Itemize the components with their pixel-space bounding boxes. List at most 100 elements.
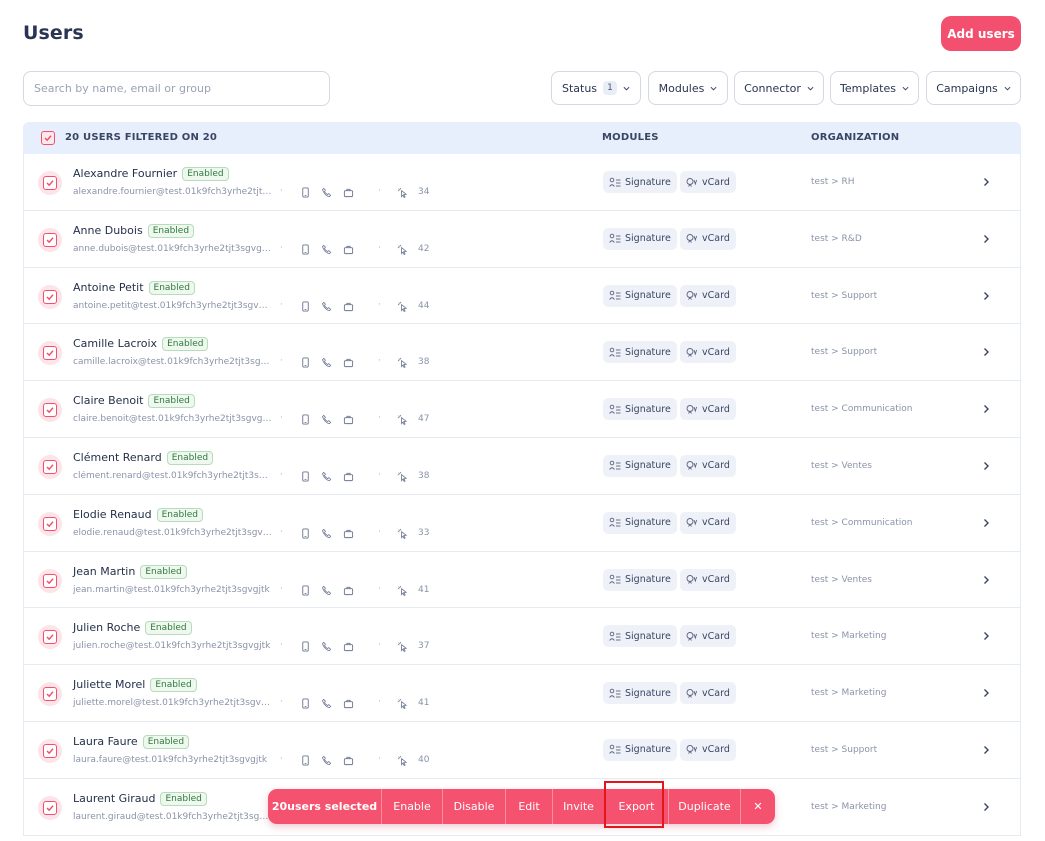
row-checkbox[interactable] bbox=[38, 682, 62, 707]
vcard-icon bbox=[686, 234, 698, 244]
separator-dot: · bbox=[378, 356, 381, 367]
row-checkbox[interactable] bbox=[38, 227, 62, 252]
search-input[interactable] bbox=[23, 71, 330, 106]
status-badge: Enabled bbox=[182, 167, 229, 181]
duplicate-button[interactable]: Duplicate bbox=[669, 789, 741, 824]
mobile-icon bbox=[302, 301, 309, 312]
vcard-icon bbox=[686, 291, 698, 300]
organization-cell: test > Support bbox=[811, 744, 878, 755]
export-button[interactable]: Export bbox=[605, 789, 669, 824]
chevron-right-icon[interactable] bbox=[981, 234, 991, 244]
row-checkbox[interactable] bbox=[38, 284, 62, 309]
click-count: 41 bbox=[418, 698, 430, 709]
chevron-right-icon[interactable] bbox=[981, 347, 991, 357]
filter-campaigns-label: Campaigns bbox=[936, 81, 998, 95]
row-checkbox[interactable] bbox=[38, 738, 62, 763]
module-chip-signature: Signature bbox=[603, 511, 677, 534]
filter-modules[interactable]: Modules bbox=[648, 71, 728, 105]
separator-dot: · bbox=[280, 413, 283, 424]
selected-count: 20 users selected bbox=[268, 789, 382, 824]
user-email: claire.benoit@test.01k9fch3yrhe2tjt3sgvg… bbox=[73, 414, 273, 425]
row-checkbox[interactable] bbox=[38, 341, 62, 366]
table-row[interactable]: Jean Martin Enabled jean.martin@test.01k9f… bbox=[24, 552, 1020, 609]
pointer-click-icon bbox=[397, 699, 408, 710]
invite-button[interactable]: Invite bbox=[553, 789, 605, 824]
user-name: Jean Martin bbox=[73, 564, 136, 578]
chevron-right-icon[interactable] bbox=[981, 291, 991, 301]
chevron-right-icon[interactable] bbox=[981, 404, 991, 414]
filter-connector-label: Connector bbox=[744, 81, 801, 95]
user-name: Claire Benoit bbox=[73, 394, 144, 408]
filter-connector[interactable]: Connector bbox=[734, 71, 824, 105]
filter-status[interactable]: Status 1 bbox=[551, 71, 641, 105]
separator-dot: · bbox=[378, 697, 381, 708]
table-row[interactable]: Claire Benoit Enabled claire.benoit@test.0… bbox=[24, 381, 1020, 438]
status-badge: Enabled bbox=[145, 621, 192, 636]
module-vcard-label: vCard bbox=[702, 460, 730, 472]
check-icon bbox=[46, 293, 54, 300]
chevron-down-icon bbox=[1004, 86, 1011, 91]
briefcase-icon bbox=[343, 700, 354, 709]
module-vcard-label: vCard bbox=[702, 517, 730, 529]
chevron-right-icon[interactable] bbox=[981, 177, 991, 187]
organization-cell: test > Ventes bbox=[811, 574, 873, 585]
table-row[interactable]: Antoine Petit Enabled antoine.petit@test.0… bbox=[24, 268, 1020, 325]
table-row[interactable]: Anne Dubois Enabled anne.dubois@test.01k9f… bbox=[24, 211, 1020, 268]
status-badge: Enabled bbox=[142, 734, 190, 749]
table-row[interactable]: Elodie Renaud Enabled elodie.renaud@test.0… bbox=[24, 495, 1020, 552]
signature-icon bbox=[609, 745, 621, 755]
module-signature-label: Signature bbox=[625, 630, 671, 642]
enable-button[interactable]: Enable bbox=[382, 789, 443, 824]
separator-dot: · bbox=[280, 640, 283, 651]
add-users-button[interactable]: Add users bbox=[941, 16, 1021, 51]
briefcase-icon bbox=[343, 472, 354, 482]
user-email: laura.faure@test.01k9fch3yrhe2tjt3sgvgjt… bbox=[73, 754, 268, 765]
module-signature-label: Signature bbox=[625, 460, 671, 472]
table-row[interactable]: Clément Renard Enabled clément.renard@test… bbox=[24, 438, 1020, 495]
click-count: 34 bbox=[418, 187, 430, 197]
briefcase-icon bbox=[343, 359, 354, 368]
row-checkbox[interactable] bbox=[38, 454, 62, 479]
user-email: julien.roche@test.01k9fch3yrhe2tjt3sgvgj… bbox=[73, 641, 271, 652]
row-checkbox[interactable] bbox=[38, 171, 62, 195]
select-all-checkbox[interactable] bbox=[41, 131, 55, 145]
chevron-right-icon[interactable] bbox=[981, 802, 991, 812]
vcard-icon bbox=[686, 518, 698, 528]
table-row[interactable]: Alexandre Fournier Enabled alexandre.fourn… bbox=[24, 154, 1020, 211]
organization-cell: test > Communication bbox=[811, 404, 913, 415]
chevron-right-icon[interactable] bbox=[981, 518, 991, 528]
chevron-right-icon[interactable] bbox=[981, 461, 991, 471]
user-name: Antoine Petit bbox=[73, 280, 144, 294]
disable-button[interactable]: Disable bbox=[443, 789, 506, 824]
chevron-right-icon[interactable] bbox=[981, 631, 991, 641]
table-row[interactable]: Laura Faure Enabled laura.faure@test.01k9f… bbox=[24, 722, 1020, 779]
row-checkbox[interactable] bbox=[38, 511, 62, 536]
checkbox-box bbox=[43, 346, 57, 361]
module-chip-vcard: vCard bbox=[680, 284, 736, 307]
organization-cell: test > R&D bbox=[811, 233, 862, 244]
page-title: Users bbox=[23, 22, 84, 44]
organization-cell: test > Ventes bbox=[811, 460, 873, 471]
module-chip-signature: Signature bbox=[603, 341, 677, 364]
table-row[interactable]: Julien Roche Enabled julien.roche@test.01k… bbox=[24, 608, 1020, 666]
separator-dot: · bbox=[378, 753, 381, 764]
close-icon[interactable]: ✕ bbox=[741, 789, 775, 824]
phone-icon bbox=[321, 528, 332, 538]
row-checkbox[interactable] bbox=[38, 568, 62, 593]
table-row[interactable]: Camille Lacroix Enabled camille.lacroix@te… bbox=[24, 324, 1020, 382]
edit-button[interactable]: Edit bbox=[506, 789, 553, 824]
filter-campaigns[interactable]: Campaigns bbox=[926, 71, 1021, 105]
filter-templates[interactable]: Templates bbox=[830, 71, 919, 105]
row-checkbox[interactable] bbox=[38, 398, 62, 423]
selected-count-number: 20 bbox=[271, 800, 288, 813]
row-checkbox[interactable] bbox=[38, 625, 62, 650]
table-row[interactable]: Juliette Morel Enabled juliette.morel@test… bbox=[24, 665, 1020, 722]
user-email: laurent.giraud@test.01k9fch3yrhe2tjt3sgv… bbox=[73, 811, 273, 822]
vcard-icon bbox=[686, 404, 698, 414]
row-checkbox[interactable] bbox=[38, 795, 62, 820]
module-chip-signature: Signature bbox=[603, 738, 677, 761]
chevron-right-icon[interactable] bbox=[981, 688, 991, 698]
chevron-right-icon[interactable] bbox=[981, 745, 991, 755]
user-name: Julien Roche bbox=[73, 621, 141, 635]
chevron-right-icon[interactable] bbox=[981, 575, 991, 585]
